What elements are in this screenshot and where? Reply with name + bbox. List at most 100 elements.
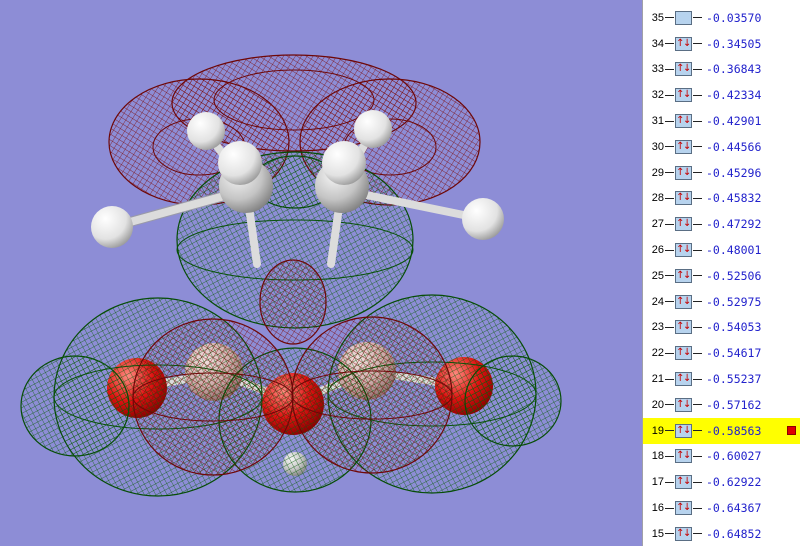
connector-line bbox=[665, 172, 674, 173]
orbital-energy: -0.55237 bbox=[706, 372, 761, 386]
orbital-row[interactable]: 28 ↑↓ -0.45832 bbox=[643, 186, 800, 212]
orbital-row[interactable]: 21 ↑↓ -0.55237 bbox=[643, 366, 800, 392]
spin-up-arrow-icon: ↑ bbox=[676, 451, 683, 461]
occupation-icon[interactable]: ↑↓ bbox=[675, 320, 692, 334]
orbital-number: 28 bbox=[646, 192, 664, 204]
orbital-number: 22 bbox=[646, 347, 664, 359]
orbital-row[interactable]: 24 ↑↓ -0.52975 bbox=[643, 289, 800, 315]
spin-up-arrow-icon: ↑ bbox=[676, 374, 683, 384]
occupation-icon[interactable]: ↑↓ bbox=[675, 243, 692, 257]
orbital-number: 19 bbox=[646, 425, 664, 437]
connector-line bbox=[693, 69, 702, 70]
orbital-number: 31 bbox=[646, 115, 664, 127]
molecule-viewport[interactable] bbox=[0, 0, 642, 546]
orbital-row[interactable]: 26 ↑↓ -0.48001 bbox=[643, 237, 800, 263]
orbital-energy: -0.54053 bbox=[706, 320, 761, 334]
orbital-row[interactable]: 17 ↑↓ -0.62922 bbox=[643, 469, 800, 495]
occupation-icon[interactable]: ↑↓ bbox=[675, 37, 692, 51]
hydrogen-atom bbox=[218, 141, 262, 185]
connector-line bbox=[665, 17, 674, 18]
orbital-energy: -0.64367 bbox=[706, 501, 761, 515]
occupation-icon[interactable]: ↑↓ bbox=[675, 398, 692, 412]
occupation-icon[interactable]: ↑↓ bbox=[675, 140, 692, 154]
orbital-row[interactable]: 35 ↑↓ -0.03570 bbox=[643, 5, 800, 31]
connector-line bbox=[693, 146, 702, 147]
orbital-row[interactable]: 22 ↑↓ -0.54617 bbox=[643, 340, 800, 366]
orbital-row[interactable]: 33 ↑↓ -0.36843 bbox=[643, 57, 800, 83]
connector-line bbox=[693, 95, 702, 96]
orbital-energy: -0.64852 bbox=[706, 527, 761, 541]
orbital-row[interactable]: 32 ↑↓ -0.42334 bbox=[643, 82, 800, 108]
connector-line bbox=[665, 275, 674, 276]
spin-down-arrow-icon: ↓ bbox=[683, 322, 690, 332]
occupation-icon[interactable]: ↑↓ bbox=[675, 501, 692, 515]
occupation-icon[interactable]: ↑↓ bbox=[675, 346, 692, 360]
spin-down-arrow-icon: ↓ bbox=[683, 374, 690, 384]
occupation-icon[interactable]: ↑↓ bbox=[675, 295, 692, 309]
orbital-number: 29 bbox=[646, 167, 664, 179]
spin-down-arrow-icon: ↓ bbox=[683, 219, 690, 229]
orbital-energy: -0.44566 bbox=[706, 140, 761, 154]
occupation-icon[interactable]: ↑↓ bbox=[675, 372, 692, 386]
connector-line bbox=[665, 146, 674, 147]
spin-down-arrow-icon: ↓ bbox=[683, 451, 690, 461]
orbital-row[interactable]: 18 ↑↓ -0.60027 bbox=[643, 444, 800, 470]
orbital-energy: -0.34505 bbox=[706, 37, 761, 51]
occupation-icon[interactable]: ↑↓ bbox=[675, 449, 692, 463]
connector-line bbox=[665, 353, 674, 354]
occupation-icon[interactable]: ↑↓ bbox=[675, 114, 692, 128]
orbital-row[interactable]: 34 ↑↓ -0.34505 bbox=[643, 31, 800, 57]
connector-line bbox=[693, 430, 702, 431]
connector-line bbox=[665, 224, 674, 225]
orbital-row[interactable]: 19 ↑↓ -0.58563 bbox=[643, 418, 800, 444]
orbital-energy: -0.54617 bbox=[706, 346, 761, 360]
occupation-icon[interactable]: ↑↓ bbox=[675, 475, 692, 489]
spin-up-arrow-icon: ↑ bbox=[676, 477, 683, 487]
orbital-row[interactable]: 23 ↑↓ -0.54053 bbox=[643, 315, 800, 341]
orbital-row[interactable]: 30 ↑↓ -0.44566 bbox=[643, 134, 800, 160]
connector-line bbox=[665, 250, 674, 251]
orbital-number: 25 bbox=[646, 270, 664, 282]
spin-up-arrow-icon: ↑ bbox=[676, 426, 683, 436]
spin-down-arrow-icon: ↓ bbox=[683, 90, 690, 100]
occupation-icon[interactable]: ↑↓ bbox=[675, 62, 692, 76]
connector-line bbox=[665, 533, 674, 534]
orbital-row[interactable]: 15 ↑↓ -0.64852 bbox=[643, 521, 800, 546]
spin-down-arrow-icon: ↓ bbox=[683, 116, 690, 126]
spin-down-arrow-icon: ↓ bbox=[683, 39, 690, 49]
spin-up-arrow-icon: ↑ bbox=[676, 116, 683, 126]
orbital-panel: 35 ↑↓ -0.03570 34 ↑↓ -0.34505 33 ↑↓ -0.3… bbox=[642, 0, 800, 546]
hydrogen-atom bbox=[322, 141, 366, 185]
occupation-icon[interactable]: ↑↓ bbox=[675, 527, 692, 541]
orbital-row[interactable]: 29 ↑↓ -0.45296 bbox=[643, 160, 800, 186]
occupation-icon[interactable]: ↑↓ bbox=[675, 191, 692, 205]
orbital-row[interactable]: 27 ↑↓ -0.47292 bbox=[643, 211, 800, 237]
orbital-row[interactable]: 16 ↑↓ -0.64367 bbox=[643, 495, 800, 521]
spin-down-arrow-icon: ↓ bbox=[683, 245, 690, 255]
orbital-row[interactable]: 31 ↑↓ -0.42901 bbox=[643, 108, 800, 134]
spin-up-arrow-icon: ↑ bbox=[676, 297, 683, 307]
spin-up-arrow-icon: ↑ bbox=[676, 503, 683, 513]
spin-up-arrow-icon: ↑ bbox=[676, 142, 683, 152]
occupation-icon[interactable]: ↑↓ bbox=[675, 166, 692, 180]
occupation-icon[interactable]: ↑↓ bbox=[675, 269, 692, 283]
spin-up-arrow-icon: ↑ bbox=[676, 64, 683, 74]
occupation-icon[interactable]: ↑↓ bbox=[675, 11, 692, 25]
connector-line bbox=[693, 482, 702, 483]
occupation-icon[interactable]: ↑↓ bbox=[675, 424, 692, 438]
orbital-row[interactable]: 25 ↑↓ -0.52506 bbox=[643, 263, 800, 289]
orbital-number: 23 bbox=[646, 321, 664, 333]
orbital-row[interactable]: 20 ↑↓ -0.57162 bbox=[643, 392, 800, 418]
spin-down-arrow-icon: ↓ bbox=[683, 168, 690, 178]
spin-up-arrow-icon: ↑ bbox=[676, 193, 683, 203]
occupation-icon[interactable]: ↑↓ bbox=[675, 217, 692, 231]
connector-line bbox=[693, 275, 702, 276]
spin-up-arrow-icon: ↑ bbox=[676, 90, 683, 100]
connector-line bbox=[665, 430, 674, 431]
orbital-energy: -0.62922 bbox=[706, 475, 761, 489]
spin-down-arrow-icon: ↓ bbox=[683, 426, 690, 436]
spin-down-arrow-icon: ↓ bbox=[683, 529, 690, 539]
orbital-number: 24 bbox=[646, 296, 664, 308]
occupation-icon[interactable]: ↑↓ bbox=[675, 88, 692, 102]
connector-line bbox=[693, 224, 702, 225]
